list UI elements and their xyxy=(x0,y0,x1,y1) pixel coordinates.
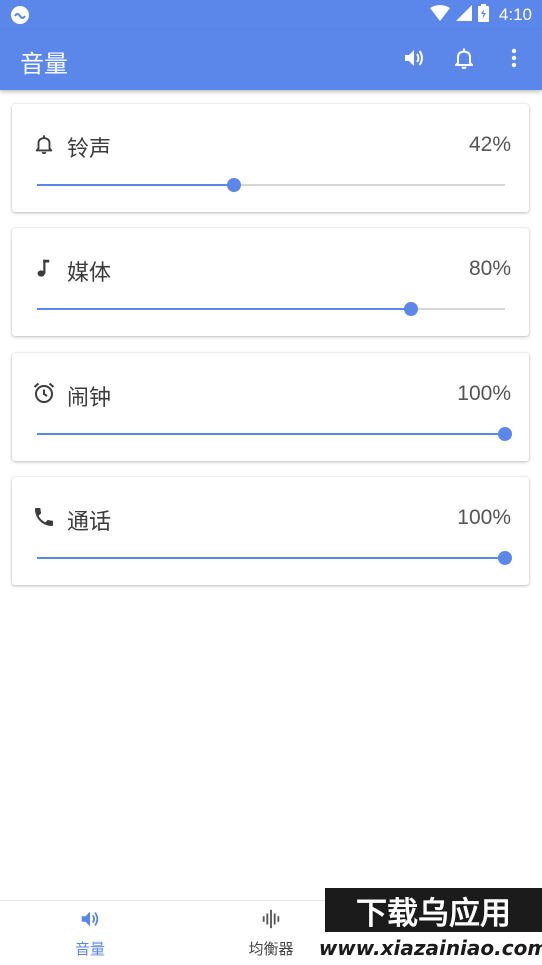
more-options-button[interactable] xyxy=(500,46,528,74)
volume-value: 100% xyxy=(457,382,511,405)
app-actions xyxy=(378,46,528,74)
app-bar: 音量 xyxy=(0,30,542,90)
slider-thumb[interactable] xyxy=(226,178,241,192)
volume-label: 媒体 xyxy=(67,261,112,286)
volume-value: 42% xyxy=(468,133,511,156)
nav-item-volume[interactable]: 音量 xyxy=(40,901,140,965)
volume-label: 闹钟 xyxy=(67,386,112,411)
slider-thumb[interactable] xyxy=(498,551,512,565)
page-title: 音量 xyxy=(20,51,68,78)
volume-value: 100% xyxy=(457,506,511,529)
watermark-logo: 下载乌应用 www.xiazainiao.com xyxy=(319,888,542,964)
nav-label: 音量 xyxy=(74,939,105,958)
volume-card-media: 媒体 80% xyxy=(12,228,529,336)
nav-label: 均衡器 xyxy=(248,939,294,958)
slider-fill xyxy=(37,308,412,310)
speaker-icon xyxy=(79,908,101,935)
watermark-url: www.xiazainiao.com xyxy=(319,932,542,964)
volume-value: 80% xyxy=(468,257,511,280)
speaker-button[interactable] xyxy=(400,46,428,74)
volume-card-call: 通话 100% xyxy=(12,477,529,585)
alarm-clock-icon xyxy=(32,381,56,405)
slider-fill xyxy=(37,184,234,186)
volume-slider-media[interactable] xyxy=(37,302,505,316)
slider-fill xyxy=(37,557,505,559)
bell-icon xyxy=(32,132,56,156)
phone-icon xyxy=(32,505,56,529)
bell-icon xyxy=(452,46,476,75)
signal-icon xyxy=(455,4,472,26)
volume-card-ringtone: 铃声 42% xyxy=(12,104,529,212)
status-time: 4:10 xyxy=(498,5,532,24)
more-vert-icon xyxy=(502,46,526,75)
equalizer-icon xyxy=(260,908,282,935)
volume-slider-alarm[interactable] xyxy=(37,427,512,441)
cat-icon xyxy=(10,5,30,25)
slider-thumb[interactable] xyxy=(404,302,419,316)
speaker-icon xyxy=(402,46,426,75)
status-bar: 4:10 xyxy=(0,0,542,30)
bell-button[interactable] xyxy=(450,46,478,74)
volume-label: 铃声 xyxy=(67,137,112,162)
volume-slider-ringtone[interactable] xyxy=(37,178,505,192)
wifi-icon xyxy=(429,4,450,26)
volume-label: 通话 xyxy=(67,510,112,535)
battery-icon xyxy=(477,3,489,27)
music-note-icon xyxy=(32,256,56,280)
volume-card-alarm: 闹钟 100% xyxy=(12,353,529,461)
slider-thumb[interactable] xyxy=(498,427,512,441)
slider-fill xyxy=(37,433,505,435)
volume-slider-call[interactable] xyxy=(37,551,512,565)
watermark-title: 下载乌应用 xyxy=(325,888,542,932)
nav-item-equalizer[interactable]: 均衡器 xyxy=(221,901,321,965)
